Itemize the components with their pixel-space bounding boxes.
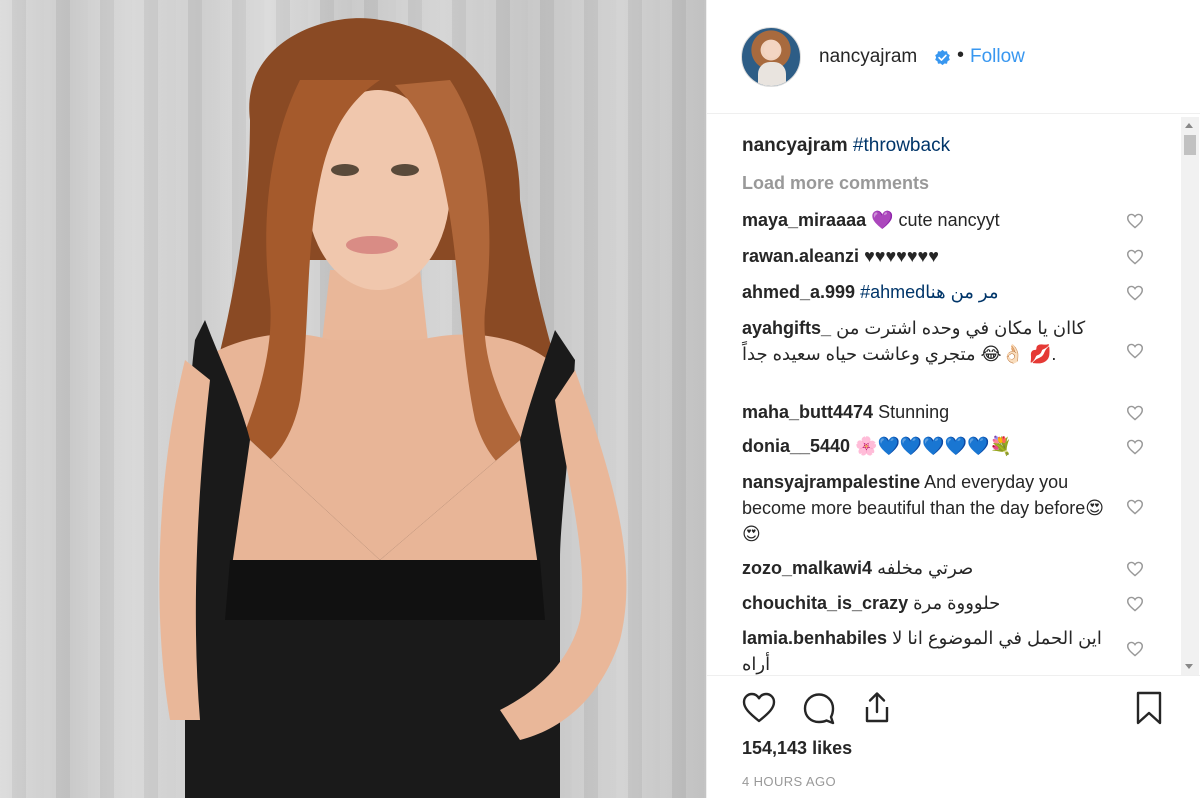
- post-photo[interactable]: [0, 0, 706, 798]
- comment-username[interactable]: rawan.aleanzi: [742, 246, 859, 266]
- comment-text: 💜 cute nancyyt: [871, 210, 1000, 230]
- scroll-down-arrow-icon[interactable]: [1185, 664, 1193, 669]
- post-header: nancyajram • Follow: [707, 0, 1200, 114]
- comment-row: maha_butt4474 Stunning: [742, 399, 1122, 425]
- comment-username[interactable]: maha_butt4474: [742, 402, 873, 422]
- comment-like-heart-icon[interactable]: [1126, 285, 1144, 301]
- comment-row: maya_miraaaa 💜 cute nancyyt: [742, 207, 1122, 233]
- comment-row: zozo_malkawi4 صرتي مخلفه: [742, 555, 1122, 581]
- load-more-comments-button[interactable]: Load more comments: [742, 173, 929, 194]
- bookmark-icon[interactable]: [1131, 690, 1167, 726]
- comment-text: ♥♥♥♥♥♥♥: [864, 246, 939, 266]
- comment-username[interactable]: maya_miraaaa: [742, 210, 866, 230]
- comment-like-heart-icon[interactable]: [1126, 213, 1144, 229]
- header-username[interactable]: nancyajram: [819, 46, 917, 68]
- likes-count[interactable]: 154,143 likes: [742, 738, 852, 759]
- comments-list: nancyajram #throwback Load more comments…: [707, 115, 1200, 675]
- comment-username[interactable]: zozo_malkawi4: [742, 558, 872, 578]
- post-side-panel: nancyajram • Follow nancyajram #throwbac…: [706, 0, 1200, 798]
- comment-like-heart-icon[interactable]: [1126, 641, 1144, 657]
- comment-username[interactable]: lamia.benhabiles: [742, 628, 887, 648]
- scrollbar-thumb[interactable]: [1184, 135, 1196, 155]
- comment-username[interactable]: ayahgifts_: [742, 318, 831, 338]
- comment-username[interactable]: nansyajrampalestine: [742, 472, 920, 492]
- comment-like-heart-icon[interactable]: [1126, 561, 1144, 577]
- comment-username[interactable]: ahmed_a.999: [742, 282, 855, 302]
- comment-row: ayahgifts_ كاان يا مكان في وحده اشترت من…: [742, 315, 1122, 367]
- caption-username[interactable]: nancyajram: [742, 135, 848, 156]
- comment-row: rawan.aleanzi ♥♥♥♥♥♥♥: [742, 243, 1122, 269]
- scroll-up-arrow-icon[interactable]: [1185, 123, 1193, 128]
- comments-scrollbar[interactable]: [1181, 117, 1199, 675]
- post-actions: 154,143 likes 4 HOURS AGO: [707, 675, 1200, 798]
- comment-text: حلوووة مرة: [913, 593, 1001, 613]
- separator-dot: •: [957, 44, 965, 66]
- comment-username[interactable]: chouchita_is_crazy: [742, 593, 908, 613]
- comment-row: lamia.benhabiles اين الحمل في الموضوع ان…: [742, 625, 1122, 675]
- comment-text: #ahmedمر من هنا: [860, 282, 999, 302]
- comment-like-heart-icon[interactable]: [1126, 343, 1144, 359]
- comment-text: Stunning: [878, 402, 950, 422]
- post-timestamp[interactable]: 4 HOURS AGO: [742, 774, 836, 789]
- comment-like-heart-icon[interactable]: [1126, 249, 1144, 265]
- follow-button[interactable]: Follow: [970, 46, 1025, 68]
- comment-icon[interactable]: [801, 690, 837, 726]
- heart-icon[interactable]: [741, 690, 777, 726]
- post-caption: nancyajram #throwback: [742, 135, 950, 157]
- comment-row: chouchita_is_crazy حلوووة مرة: [742, 590, 1122, 616]
- photo-illustration: [159, 18, 627, 798]
- comment-like-heart-icon[interactable]: [1126, 405, 1144, 421]
- comment-like-heart-icon[interactable]: [1126, 596, 1144, 612]
- comment-like-heart-icon[interactable]: [1126, 439, 1144, 455]
- comment-text: صرتي مخلفه: [877, 558, 974, 578]
- caption-hashtag[interactable]: #throwback: [853, 135, 950, 156]
- share-icon[interactable]: [859, 690, 895, 726]
- comment-username[interactable]: donia__5440: [742, 436, 850, 456]
- comment-row: donia__5440 🌸💙💙💙💙💙💐: [742, 433, 1122, 459]
- comment-like-heart-icon[interactable]: [1126, 499, 1144, 515]
- comment-text: 🌸💙💙💙💙💙💐: [855, 436, 1012, 456]
- comment-row: nansyajrampalestine And everyday you bec…: [742, 469, 1122, 547]
- comment-row: ahmed_a.999 #ahmedمر من هنا: [742, 279, 1122, 305]
- verified-badge-icon: [935, 49, 950, 66]
- avatar[interactable]: [741, 27, 801, 87]
